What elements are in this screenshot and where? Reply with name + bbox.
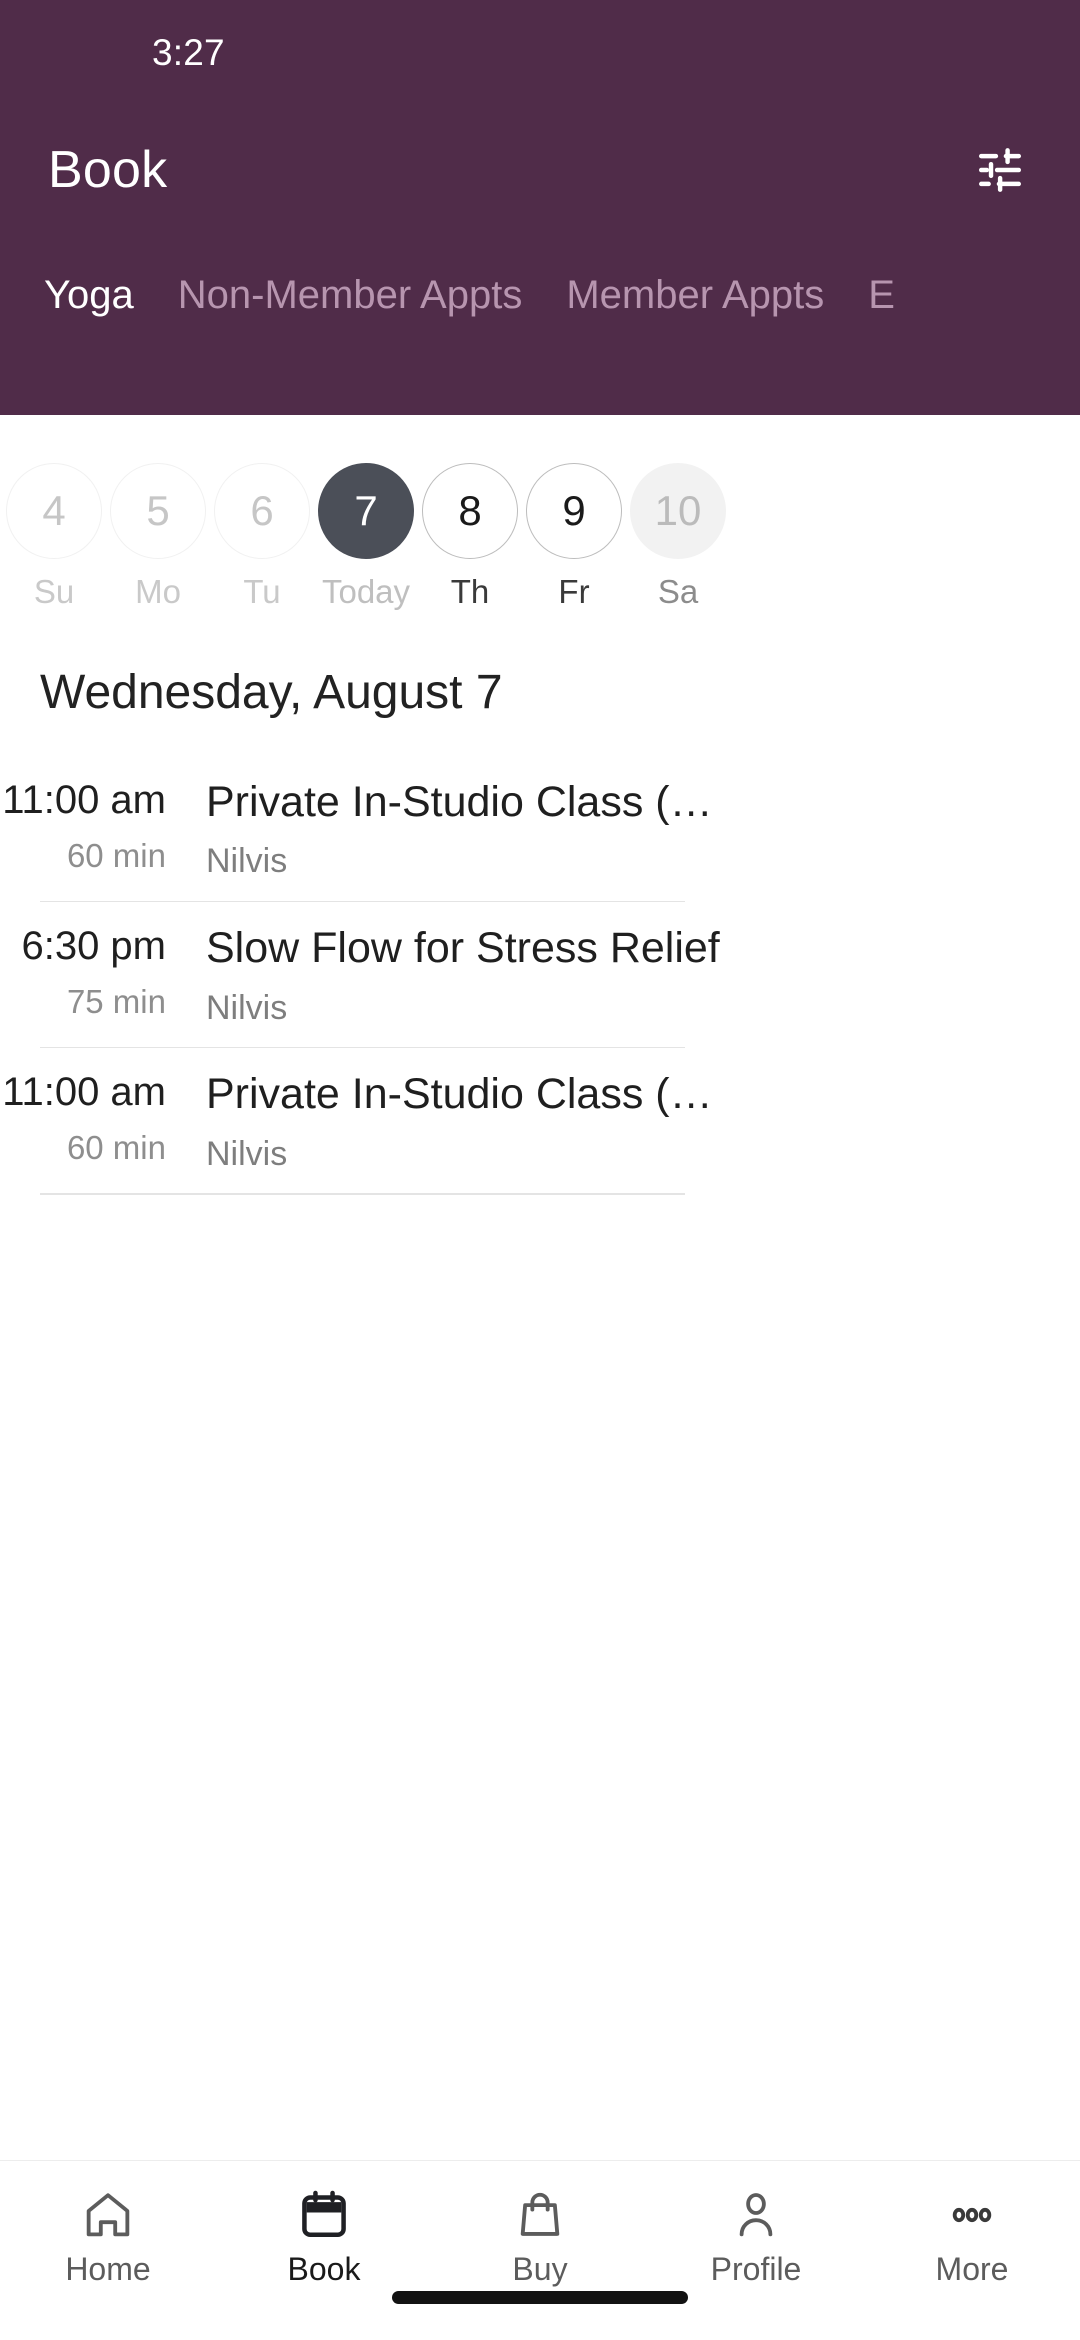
class-list-item[interactable]: 11:00 am 60 min Private In-Studio Class … (0, 1048, 1080, 1193)
filter-button[interactable] (972, 142, 1028, 198)
tune-icon (979, 148, 1021, 192)
class-title: Slow Flow for Stress Relief (206, 924, 720, 973)
date-cell-5[interactable]: 5 Mo (106, 463, 210, 608)
date-cell-7-today[interactable]: 7 Today (314, 463, 418, 608)
date-pill-weekday: Su (33, 573, 75, 610)
class-time-column: 11:00 am 60 min (0, 778, 188, 881)
status-bar: 3:27 (0, 0, 1080, 105)
date-pill-number[interactable]: 10 (630, 463, 726, 559)
date-cell-10[interactable]: 10 Sa (626, 463, 730, 608)
list-divider (40, 1193, 685, 1195)
date-pill-number[interactable]: 5 (110, 463, 206, 559)
nav-item-buy[interactable]: Buy (432, 2187, 648, 2285)
class-teacher: Nilvis (206, 988, 288, 1027)
date-cell-6[interactable]: 6 Tu (210, 463, 314, 608)
nav-label: Book (287, 2251, 361, 2287)
class-time-column: 6:30 pm 75 min (0, 924, 188, 1027)
date-cell-4[interactable]: 4 Su (2, 463, 106, 608)
ellipsis-icon (944, 2187, 1000, 2243)
class-teacher: Nilvis (206, 1134, 288, 1173)
tab-overflow-partial[interactable]: E (846, 275, 917, 315)
date-pill-number[interactable]: 6 (214, 463, 310, 559)
class-duration: 60 min (66, 836, 166, 874)
class-duration: 60 min (66, 1129, 166, 1167)
nav-label: Home (65, 2251, 151, 2287)
date-pill-weekday: Mo (135, 573, 181, 610)
nav-item-more[interactable]: More (864, 2187, 1080, 2285)
home-icon (80, 2187, 136, 2243)
class-info-column: Private In-Studio Class (… Nilvis (188, 1070, 1080, 1173)
date-selector-strip[interactable]: 4 Su 5 Mo 6 Tu 7 Today 8 Th 9 Fr 10 Sa (0, 415, 1080, 615)
date-pill-weekday: Fr (558, 573, 590, 610)
nav-label: Buy (512, 2251, 568, 2287)
class-list-item[interactable]: 11:00 am 60 min Private In-Studio Class … (0, 756, 1080, 901)
person-icon (728, 2187, 784, 2243)
selected-day-heading: Wednesday, August 7 (40, 666, 503, 719)
nav-label: More (935, 2251, 1009, 2287)
date-pill-number-selected[interactable]: 7 (318, 463, 414, 559)
home-indicator (392, 2291, 688, 2304)
class-duration: 75 min (66, 983, 166, 1021)
class-start-time: 11:00 am (2, 777, 166, 822)
date-pill-number[interactable]: 8 (422, 463, 518, 559)
tab-non-member-appts[interactable]: Non-Member Appts (156, 275, 545, 315)
date-cell-9[interactable]: 9 Fr (522, 463, 626, 608)
date-pill-number[interactable]: 4 (6, 463, 102, 559)
nav-item-book[interactable]: Book (216, 2187, 432, 2285)
date-pill-weekday: Sa (657, 573, 699, 610)
class-info-column: Private In-Studio Class (… Nilvis (188, 778, 1080, 881)
bag-icon (512, 2187, 568, 2243)
status-bar-clock: 3:27 (152, 31, 225, 73)
calendar-icon (296, 2187, 352, 2243)
app-screen: 3:27 Book Yoga Non-Member Appts Member A… (0, 0, 1080, 2340)
tab-yoga[interactable]: Yoga (22, 275, 156, 315)
date-pill-weekday: Th (450, 573, 490, 610)
bottom-navigation: Home Book Buy Profile More (0, 2160, 1080, 2340)
class-title: Private In-Studio Class (… (206, 1070, 713, 1119)
category-tabs[interactable]: Yoga Non-Member Appts Member Appts E (0, 235, 1080, 355)
tab-member-appts[interactable]: Member Appts (544, 275, 846, 315)
class-start-time: 6:30 pm (21, 924, 166, 969)
nav-item-home[interactable]: Home (0, 2187, 216, 2285)
class-teacher: Nilvis (206, 842, 288, 881)
date-pill-weekday: Tu (243, 573, 281, 610)
date-pill-number[interactable]: 9 (526, 463, 622, 559)
page-title: Book (48, 141, 168, 199)
class-list: 11:00 am 60 min Private In-Studio Class … (0, 720, 1080, 2160)
class-time-column: 11:00 am 60 min (0, 1070, 188, 1173)
nav-item-profile[interactable]: Profile (648, 2187, 864, 2285)
app-bar: Book (0, 105, 1080, 235)
class-title: Private In-Studio Class (… (206, 777, 713, 826)
class-start-time: 11:00 am (2, 1070, 166, 1115)
nav-label: Profile (710, 2251, 802, 2287)
date-pill-weekday: Today (321, 573, 411, 610)
class-info-column: Slow Flow for Stress Relief Nilvis (188, 924, 1080, 1027)
app-header: 3:27 Book Yoga Non-Member Appts Member A… (0, 0, 1080, 415)
date-cell-8[interactable]: 8 Th (418, 463, 522, 608)
class-list-item[interactable]: 6:30 pm 75 min Slow Flow for Stress Reli… (0, 902, 1080, 1047)
